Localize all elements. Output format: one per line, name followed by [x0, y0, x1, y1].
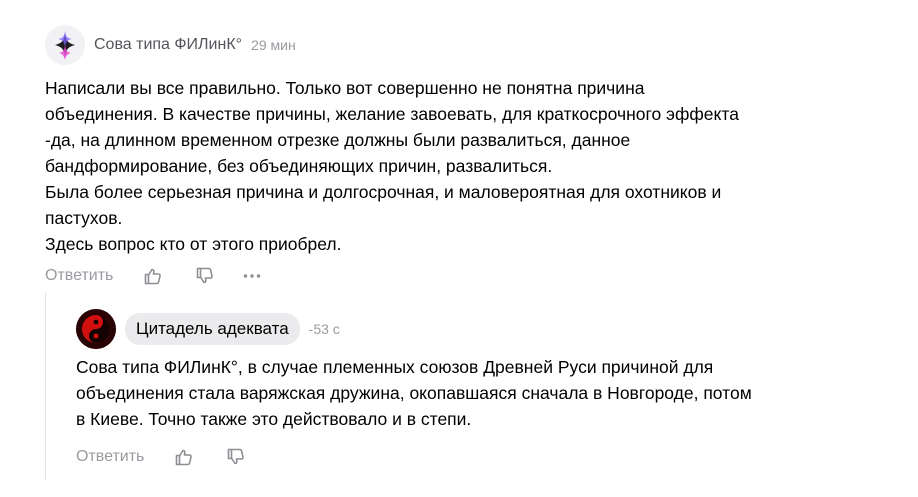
- comment-1: Сова типа ФИЛинК° 29 мин Написали вы все…: [45, 25, 885, 286]
- comment-header: Сова типа ФИЛинК° 29 мин: [45, 25, 885, 65]
- thread-line: [45, 292, 46, 479]
- author-name[interactable]: Сова типа ФИЛинК°: [94, 36, 242, 54]
- thumb-down-icon[interactable]: [226, 447, 246, 467]
- comment-actions: Ответить: [45, 266, 885, 286]
- author-name[interactable]: Цитадель адеквата: [125, 313, 300, 345]
- comment-actions: Ответить: [76, 447, 886, 467]
- comment-header: Цитадель адеквата -53 с: [76, 309, 886, 349]
- avatar[interactable]: [45, 25, 85, 65]
- star-logo-icon: [45, 25, 85, 65]
- comment-time: -53 с: [308, 321, 340, 337]
- comment-time: 29 мин: [251, 37, 296, 53]
- reply-button[interactable]: Ответить: [76, 448, 144, 466]
- comment-2: Цитадель адеквата -53 с Сова типа ФИЛинК…: [76, 309, 886, 467]
- thumb-down-icon[interactable]: [195, 266, 215, 286]
- yin-yang-icon: [76, 309, 116, 349]
- comment-text: Сова типа ФИЛинК°, в случае племенных со…: [76, 357, 752, 429]
- more-icon[interactable]: [243, 273, 261, 279]
- reply-button[interactable]: Ответить: [45, 267, 113, 285]
- comment-text: Написали вы все правильно. Только вот со…: [45, 78, 739, 254]
- thumb-up-icon[interactable]: [174, 447, 194, 467]
- thumb-up-icon[interactable]: [143, 266, 163, 286]
- avatar[interactable]: [76, 309, 116, 349]
